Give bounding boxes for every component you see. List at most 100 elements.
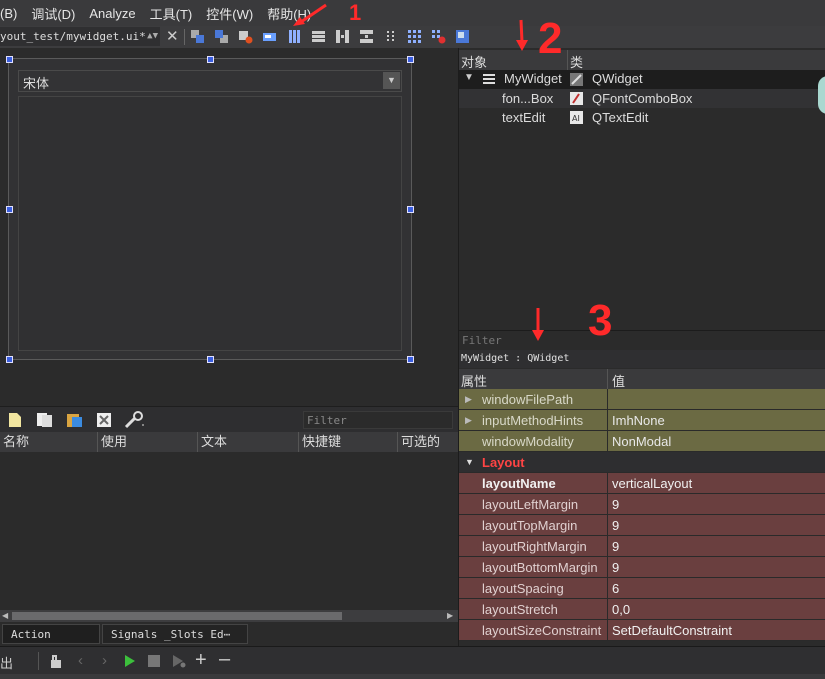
column-divider: [607, 431, 608, 452]
close-document-icon[interactable]: ✕: [166, 26, 179, 47]
build-icon[interactable]: [50, 654, 66, 669]
property-value[interactable]: ImhNone: [612, 410, 665, 431]
svg-text:AI: AI: [572, 114, 580, 123]
scrollbar-thumb[interactable]: [12, 612, 342, 620]
open-file-selector[interactable]: yout_test/mywidget.ui* ▲▼: [0, 27, 160, 46]
property-row[interactable]: layoutName verticalLayout: [459, 473, 825, 494]
menu-debug[interactable]: 调试(D): [31, 4, 75, 23]
layout-horizontal-icon[interactable]: [287, 29, 302, 44]
property-row[interactable]: layoutBottomMargin 9: [459, 557, 825, 578]
property-value[interactable]: 6: [612, 578, 619, 599]
adjust-size-icon[interactable]: [455, 29, 470, 44]
minus-icon[interactable]: –: [219, 648, 230, 671]
property-value[interactable]: SetDefaultConstraint: [612, 620, 732, 641]
object-class: QWidget: [592, 71, 643, 86]
resize-handle[interactable]: [407, 206, 414, 213]
paste-action-icon[interactable]: [66, 412, 84, 428]
stop-icon[interactable]: [148, 655, 160, 667]
status-separator: [38, 652, 39, 670]
menu-tools[interactable]: 工具(T): [150, 4, 193, 23]
header-object[interactable]: 对象: [461, 52, 487, 71]
column-divider: [607, 515, 608, 536]
property-value[interactable]: 9: [612, 557, 619, 578]
text-edit[interactable]: [18, 96, 402, 351]
column-header-shortcut[interactable]: 快捷键: [298, 432, 397, 452]
tab-action-editor[interactable]: Action Editor: [2, 624, 100, 661]
layout-h-splitter-icon[interactable]: [335, 29, 350, 44]
property-table-header: 属性 值: [459, 369, 825, 389]
property-value[interactable]: 9: [612, 515, 619, 536]
column-divider: [607, 389, 608, 410]
layout-vertical-icon: [483, 74, 495, 84]
column-header-used[interactable]: 使用: [97, 432, 198, 452]
tab-signals-slots-editor[interactable]: Signals _Slots Ed⋯: [102, 624, 248, 644]
column-header-text[interactable]: 文本: [197, 432, 298, 452]
property-row[interactable]: layoutSpacing 6: [459, 578, 825, 599]
resize-handle[interactable]: [407, 356, 414, 363]
run-icon[interactable]: [124, 654, 136, 668]
chevron-down-icon[interactable]: ▼: [383, 72, 400, 89]
side-tab[interactable]: [818, 76, 825, 114]
action-filter-input[interactable]: Filter: [303, 411, 453, 429]
edit-signals-icon[interactable]: [238, 29, 253, 44]
send-to-back-icon[interactable]: [190, 29, 205, 44]
layout-form-icon[interactable]: [383, 29, 398, 44]
property-value[interactable]: NonModal: [612, 431, 671, 452]
object-name: MyWidget: [504, 71, 562, 86]
bring-to-front-icon[interactable]: [214, 29, 229, 44]
horizontal-scrollbar[interactable]: ◀ ▶: [0, 610, 458, 622]
column-divider: [607, 557, 608, 578]
font-combo-box[interactable]: 宋体 ▼: [18, 70, 402, 92]
property-row[interactable]: layoutStretch 0,0: [459, 599, 825, 620]
resize-handle[interactable]: [207, 56, 214, 63]
property-filter-input[interactable]: Filter: [459, 330, 825, 350]
forward-arrow-icon[interactable]: ›: [102, 652, 107, 669]
property-section-layout[interactable]: ▼ Layout: [459, 452, 825, 473]
expand-arrow-icon[interactable]: ▶: [465, 410, 472, 431]
property-name: layoutLeftMargin: [482, 497, 579, 512]
property-value[interactable]: verticalLayout: [612, 473, 692, 494]
back-arrow-icon[interactable]: ‹: [78, 652, 83, 669]
resize-handle[interactable]: [207, 356, 214, 363]
updown-arrows-icon: ▲▼: [147, 31, 158, 41]
header-property[interactable]: 属性: [461, 371, 487, 390]
expand-arrow-icon[interactable]: ▶: [465, 389, 472, 410]
property-row[interactable]: layoutSizeConstraint SetDefaultConstrain…: [459, 620, 825, 641]
property-value[interactable]: 9: [612, 536, 619, 557]
property-value[interactable]: 9: [612, 494, 619, 515]
property-row[interactable]: ▶ windowFilePath: [459, 389, 825, 410]
layout-v-splitter-icon[interactable]: [359, 29, 374, 44]
menu-widgets[interactable]: 控件(W): [206, 4, 253, 23]
property-value[interactable]: 0,0: [612, 599, 630, 620]
scroll-left-icon[interactable]: ◀: [2, 610, 8, 622]
header-class[interactable]: 类: [570, 52, 583, 71]
configure-icon[interactable]: [124, 411, 146, 429]
delete-action-icon[interactable]: [96, 412, 112, 428]
break-layout-icon[interactable]: [431, 29, 446, 44]
copy-action-icon[interactable]: [36, 412, 54, 428]
collapse-arrow-icon[interactable]: ▼: [465, 452, 474, 473]
property-row[interactable]: ▶ inputMethodHints ImhNone: [459, 410, 825, 431]
header-value[interactable]: 值: [612, 371, 625, 390]
debug-icon[interactable]: [172, 654, 186, 668]
property-row[interactable]: windowModality NonModal: [459, 431, 825, 452]
column-header-checkable[interactable]: 可选的: [397, 432, 459, 452]
new-action-icon[interactable]: [8, 412, 22, 428]
expand-arrow-icon[interactable]: ▼: [464, 72, 474, 83]
menu-analyze[interactable]: Analyze: [89, 6, 135, 21]
menu-build[interactable]: (B): [0, 6, 17, 21]
property-name: layoutName: [482, 476, 556, 491]
resize-handle[interactable]: [407, 56, 414, 63]
scroll-right-icon[interactable]: ▶: [447, 610, 453, 622]
resize-handle[interactable]: [6, 356, 13, 363]
edit-buddies-icon[interactable]: [262, 29, 277, 44]
column-header-name[interactable]: 名称: [0, 432, 98, 452]
resize-handle[interactable]: [6, 56, 13, 63]
property-row[interactable]: layoutLeftMargin 9: [459, 494, 825, 515]
plus-icon[interactable]: +: [195, 649, 207, 672]
property-row[interactable]: layoutRightMargin 9: [459, 536, 825, 557]
layout-grid-icon[interactable]: [407, 29, 422, 44]
resize-handle[interactable]: [6, 206, 13, 213]
layout-vertical-icon[interactable]: [311, 29, 326, 44]
property-row[interactable]: layoutTopMargin 9: [459, 515, 825, 536]
